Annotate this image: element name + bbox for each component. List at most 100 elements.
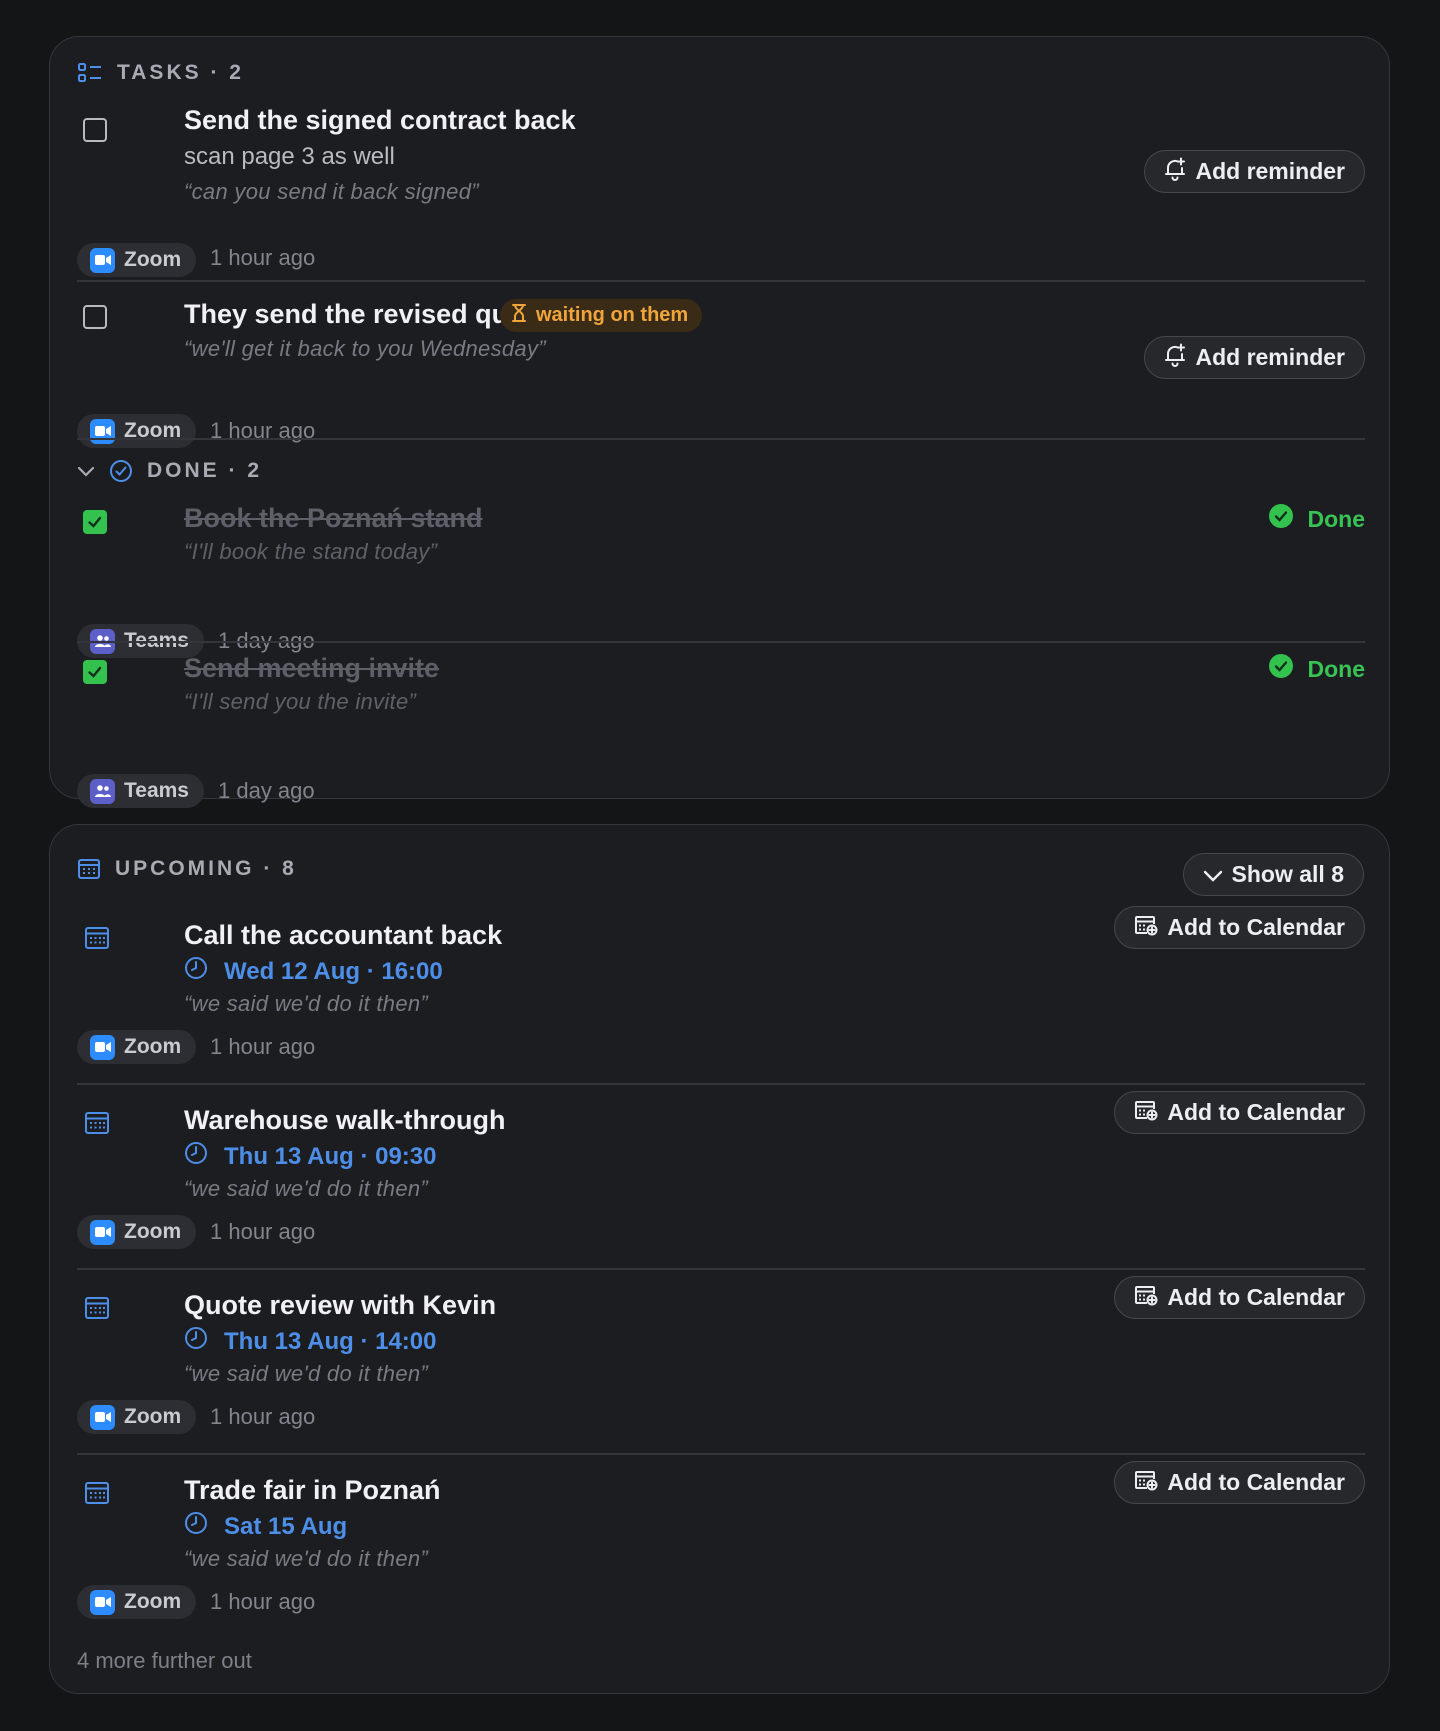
upcoming-quote: “we said we'd do it then” [184, 1361, 429, 1386]
done-item: Send meeting invite “I'll send you the i… [77, 653, 1366, 808]
source-pill-zoom[interactable]: Zoom [77, 1400, 197, 1434]
calendar-plus-icon [1134, 1469, 1158, 1497]
add-to-calendar-button[interactable]: Add to Calendar [1114, 1276, 1365, 1319]
upcoming-item: Warehouse walk-through Thu 13 Aug · 09:3… [77, 1091, 1365, 1255]
upcoming-item: Call the accountant back Wed 12 Aug · 16… [77, 906, 1365, 1070]
bell-plus-icon [1164, 343, 1186, 373]
waiting-badge: waiting on them [500, 299, 703, 332]
done-item: Book the Poznań stand “I'll book the sta… [77, 503, 1366, 658]
time-ago: 1 hour ago [210, 1589, 316, 1614]
video-camera-icon [90, 1034, 115, 1060]
show-all-button[interactable]: Show all 8 [1182, 853, 1364, 896]
task-checkbox[interactable] [83, 305, 107, 329]
upcoming-item: Quote review with Kevin Thu 13 Aug · 14:… [77, 1276, 1365, 1440]
calendar-icon [84, 1111, 110, 1140]
task-title: Send the signed contract back [184, 105, 576, 135]
upcoming-when-label: Thu 13 Aug · 09:30 [224, 1142, 437, 1170]
divider [77, 1083, 1365, 1085]
upcoming-when-label: Wed 12 Aug · 16:00 [224, 957, 443, 985]
source-label: Zoom [124, 1035, 182, 1058]
upcoming-when-label: Sat 15 Aug [224, 1512, 348, 1540]
video-camera-icon [90, 1589, 115, 1615]
show-all-label: Show all 8 [1231, 861, 1344, 887]
source-pill-zoom[interactable]: Zoom [77, 243, 197, 277]
video-camera-icon [90, 247, 115, 273]
task-quote: “I'll book the stand today” [184, 539, 438, 564]
upcoming-title: Quote review with Kevin [184, 1290, 497, 1320]
upcoming-item: Trade fair in Poznań Sat 15 Aug “we said… [77, 1461, 1365, 1625]
video-camera-icon [90, 418, 115, 444]
done-status-label: Done [1307, 505, 1366, 532]
clock-icon [184, 1141, 208, 1172]
upcoming-header-label: UPCOMING · 8 [115, 857, 297, 880]
task-quote: “can you send it back signed” [184, 179, 479, 204]
task-checkbox-checked[interactable] [83, 510, 107, 534]
check-circle-filled-icon [1268, 653, 1294, 685]
add-to-calendar-label: Add to Calendar [1167, 1469, 1345, 1495]
add-to-calendar-label: Add to Calendar [1167, 914, 1345, 940]
calendar-icon [84, 1481, 110, 1510]
clock-icon [184, 1511, 208, 1542]
task-item: Send the signed contract back scan page … [77, 105, 1365, 277]
done-header-label: DONE · 2 [147, 459, 263, 482]
task-quote: “we'll get it back to you Wednesday” [184, 336, 546, 361]
source-pill-zoom[interactable]: Zoom [77, 414, 197, 448]
calendar-plus-icon [1134, 1284, 1158, 1312]
divider [77, 1268, 1365, 1270]
more-further-out: 4 more further out [77, 1648, 252, 1673]
add-to-calendar-button[interactable]: Add to Calendar [1114, 906, 1365, 949]
task-item: They send the revised quote waiting on t… [77, 299, 1365, 448]
divider [77, 641, 1365, 643]
task-note: scan page 3 as well [184, 143, 395, 170]
source-pill-zoom[interactable]: Zoom [77, 1585, 197, 1619]
time-ago: 1 hour ago [210, 245, 316, 270]
task-title: Book the Poznań stand [184, 503, 483, 533]
source-label: Zoom [124, 1590, 182, 1613]
hourglass-icon [512, 303, 526, 328]
source-pill-zoom[interactable]: Zoom [77, 1215, 197, 1249]
upcoming-when: Thu 13 Aug · 14:00 [184, 1326, 436, 1357]
task-title: Send meeting invite [184, 653, 440, 683]
upcoming-title: Warehouse walk-through [184, 1105, 506, 1135]
people-icon [90, 778, 115, 804]
time-ago: 1 day ago [218, 778, 315, 803]
clock-icon [184, 956, 208, 987]
divider [77, 1453, 1365, 1455]
check-circle-filled-icon [1268, 503, 1294, 535]
task-checkbox-checked[interactable] [83, 660, 107, 684]
add-reminder-button[interactable]: Add reminder [1144, 336, 1365, 379]
divider [77, 280, 1365, 282]
task-checkbox[interactable] [83, 118, 107, 142]
chevron-down-icon[interactable] [77, 465, 95, 477]
time-ago: 1 hour ago [210, 1404, 316, 1429]
upcoming-when: Thu 13 Aug · 09:30 [184, 1141, 436, 1172]
video-camera-icon [90, 1404, 115, 1430]
check-circle-icon [109, 459, 133, 483]
time-ago: 1 hour ago [210, 1219, 316, 1244]
divider [77, 438, 1365, 440]
time-ago: 1 hour ago [210, 418, 316, 443]
add-reminder-label: Add reminder [1195, 158, 1345, 184]
add-reminder-button[interactable]: Add reminder [1144, 150, 1365, 193]
add-to-calendar-button[interactable]: Add to Calendar [1114, 1091, 1365, 1134]
upcoming-quote: “we said we'd do it then” [184, 1176, 429, 1201]
upcoming-quote: “we said we'd do it then” [184, 991, 429, 1016]
done-header[interactable]: DONE · 2 [77, 459, 262, 483]
source-label: Zoom [124, 1220, 182, 1243]
done-status-label: Done [1307, 655, 1366, 682]
tasks-header-label: TASKS · 2 [117, 61, 244, 84]
add-reminder-label: Add reminder [1195, 344, 1345, 370]
source-pill-zoom[interactable]: Zoom [77, 1030, 197, 1064]
chevron-down-icon [1203, 861, 1223, 888]
time-ago: 1 hour ago [210, 1034, 316, 1059]
add-to-calendar-label: Add to Calendar [1167, 1099, 1345, 1125]
calendar-plus-icon [1134, 1099, 1158, 1127]
source-pill-teams[interactable]: Teams [77, 774, 204, 808]
source-label: Teams [124, 779, 189, 802]
upcoming-when: Sat 15 Aug [184, 1511, 347, 1542]
tasks-card: TASKS · 2 Send the signed contract back … [49, 36, 1390, 808]
upcoming-card: UPCOMING · 8 Show all 8 Call the account… [49, 824, 1390, 1694]
add-to-calendar-button[interactable]: Add to Calendar [1114, 1461, 1365, 1504]
done-status: Done [1268, 503, 1366, 535]
upcoming-when: Wed 12 Aug · 16:00 [184, 956, 443, 987]
